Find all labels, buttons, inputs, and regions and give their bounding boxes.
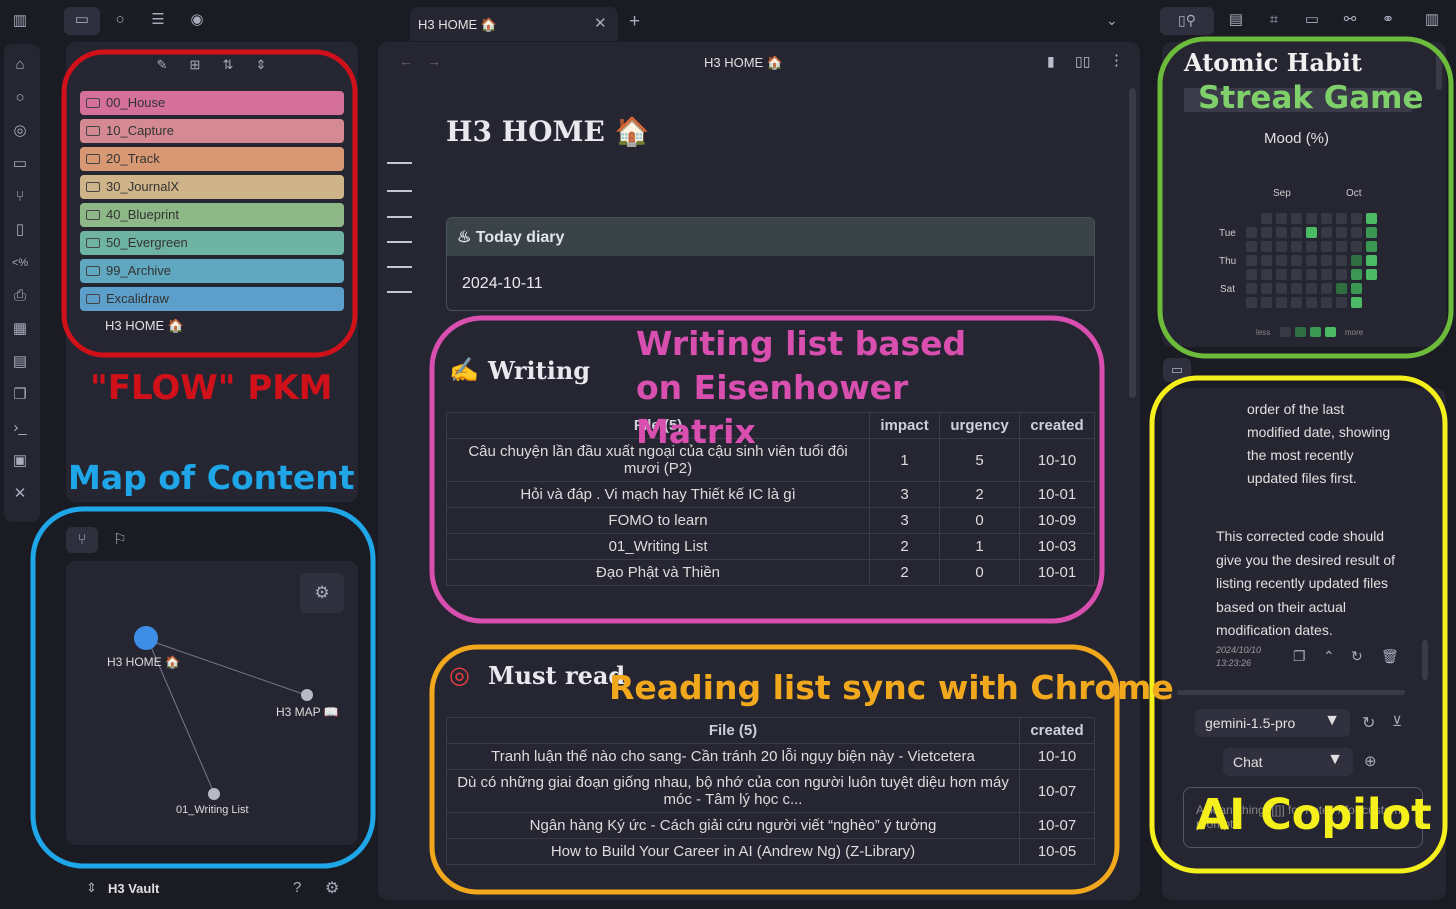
annotation-flow: "FLOW" PKM — [90, 368, 333, 408]
blue-highlight — [30, 506, 376, 869]
annotation-moc: Map of Content — [68, 458, 355, 497]
annotation-writing: Writing list based on Eisenhower Matrix — [636, 324, 967, 451]
annotation-overlay — [30, 36, 1454, 895]
annotation-reading: Reading list sync with Chrome — [609, 668, 1174, 707]
red-highlight — [61, 49, 358, 358]
annotation-copilot: AI Copilot — [1196, 790, 1432, 840]
green-highlight — [1157, 36, 1454, 359]
